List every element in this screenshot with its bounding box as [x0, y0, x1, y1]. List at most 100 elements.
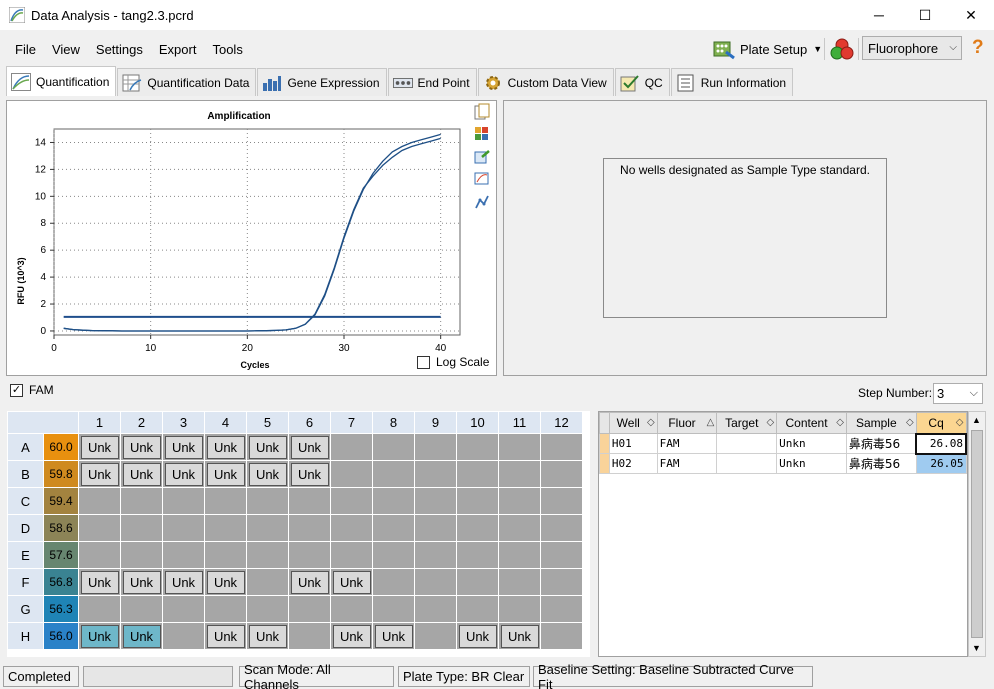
menu-tools[interactable]: Tools: [204, 42, 250, 57]
plate-well[interactable]: [456, 568, 499, 596]
plate-well[interactable]: Unk: [204, 460, 247, 488]
plate-well[interactable]: Unk: [78, 433, 121, 461]
plate-well[interactable]: [456, 433, 499, 461]
column-header[interactable]: 5: [246, 411, 289, 434]
column-header[interactable]: 11: [498, 411, 541, 434]
plate-well[interactable]: [288, 622, 331, 650]
plate-well[interactable]: [414, 433, 457, 461]
plate-well[interactable]: [414, 541, 457, 569]
plate-well[interactable]: Unk: [120, 622, 163, 650]
plate-well[interactable]: Unk: [330, 622, 373, 650]
plate-well[interactable]: Unk: [246, 433, 289, 461]
plate-well[interactable]: Unk: [288, 460, 331, 488]
plate-well[interactable]: [120, 541, 163, 569]
plate-well[interactable]: [330, 595, 373, 623]
row-header[interactable]: H: [7, 622, 44, 650]
scroll-down-arrow[interactable]: ▼: [972, 643, 981, 653]
plate-well[interactable]: [330, 487, 373, 515]
plate-well[interactable]: [498, 595, 541, 623]
plate-well[interactable]: [162, 595, 205, 623]
plate-well[interactable]: Unk: [204, 568, 247, 596]
results-scrollbar[interactable]: ▲ ▼: [968, 411, 986, 657]
copy-icon[interactable]: [474, 103, 490, 121]
column-header[interactable]: 12: [540, 411, 583, 434]
plate-well[interactable]: [372, 460, 415, 488]
col-header-sample[interactable]: Sample ◇: [845, 412, 917, 434]
plate-well[interactable]: [288, 595, 331, 623]
plate-well[interactable]: Unk: [120, 460, 163, 488]
plate-well[interactable]: [498, 433, 541, 461]
plate-well[interactable]: [162, 622, 205, 650]
fam-checkbox[interactable]: ✓: [10, 383, 23, 397]
plate-well[interactable]: [246, 541, 289, 569]
fluorophore-select[interactable]: Fluorophore ⌵: [862, 36, 962, 60]
plate-well[interactable]: [498, 487, 541, 515]
plate-well[interactable]: [288, 541, 331, 569]
plate-well[interactable]: [372, 487, 415, 515]
zoom-chart-icon[interactable]: [474, 170, 490, 188]
plate-well[interactable]: [78, 541, 121, 569]
column-header[interactable]: 8: [372, 411, 415, 434]
table-row[interactable]: H02 FAM Unkn 鼻病毒56 26.05: [599, 453, 967, 474]
menu-file[interactable]: File: [7, 42, 44, 57]
plate-well[interactable]: [78, 595, 121, 623]
column-header[interactable]: 2: [120, 411, 163, 434]
plate-well[interactable]: [246, 568, 289, 596]
row-header[interactable]: C: [7, 487, 44, 515]
plate-well[interactable]: [330, 514, 373, 542]
plate-well[interactable]: [540, 541, 583, 569]
plate-well[interactable]: Unk: [372, 622, 415, 650]
plate-well[interactable]: [78, 487, 121, 515]
plate-well[interactable]: [204, 541, 247, 569]
plate-well[interactable]: Unk: [288, 433, 331, 461]
plate-well[interactable]: [330, 541, 373, 569]
row-header[interactable]: B: [7, 460, 44, 488]
tab-end-point[interactable]: End Point: [387, 68, 477, 96]
curve-style-icon[interactable]: [474, 193, 490, 211]
col-header-well[interactable]: Well ◇: [608, 412, 658, 434]
scroll-up-arrow[interactable]: ▲: [972, 415, 981, 425]
plate-well[interactable]: Unk: [120, 568, 163, 596]
plate-setup-button[interactable]: Plate Setup ▼: [712, 36, 822, 62]
plate-well[interactable]: [120, 487, 163, 515]
plate-well[interactable]: [540, 622, 583, 650]
plate-well[interactable]: [540, 514, 583, 542]
close-button[interactable]: ✕: [948, 0, 994, 30]
plate-well[interactable]: [540, 460, 583, 488]
row-header[interactable]: E: [7, 541, 44, 569]
tab-run-information[interactable]: Run Information: [670, 68, 794, 96]
plate-well[interactable]: [246, 514, 289, 542]
row-header[interactable]: G: [7, 595, 44, 623]
log-scale-checkbox[interactable]: [417, 355, 430, 369]
plate-well[interactable]: [372, 514, 415, 542]
plate-well[interactable]: Unk: [162, 433, 205, 461]
row-selector[interactable]: [599, 453, 610, 474]
plate-well[interactable]: [498, 541, 541, 569]
menu-settings[interactable]: Settings: [88, 42, 151, 57]
menu-view[interactable]: View: [44, 42, 88, 57]
palette-icon[interactable]: [474, 125, 490, 143]
plate-well[interactable]: [204, 514, 247, 542]
plate-well[interactable]: Unk: [498, 622, 541, 650]
plate-well[interactable]: [372, 541, 415, 569]
maximize-button[interactable]: ☐: [902, 0, 948, 30]
plate-well[interactable]: Unk: [204, 433, 247, 461]
col-header-cq[interactable]: Cq ◇: [915, 412, 967, 434]
plate-well[interactable]: [414, 460, 457, 488]
column-header[interactable]: 9: [414, 411, 457, 434]
plate-well[interactable]: [498, 514, 541, 542]
help-icon[interactable]: ?: [972, 37, 984, 59]
plate-well[interactable]: Unk: [456, 622, 499, 650]
plate-well[interactable]: [540, 487, 583, 515]
export-chart-icon[interactable]: [474, 148, 490, 166]
plate-well[interactable]: [540, 433, 583, 461]
wells-color-icon[interactable]: [829, 37, 855, 61]
row-header[interactable]: D: [7, 514, 44, 542]
plate-well[interactable]: [330, 460, 373, 488]
plate-well[interactable]: [162, 487, 205, 515]
fam-toggle[interactable]: ✓ FAM: [10, 383, 54, 397]
plate-well[interactable]: [288, 514, 331, 542]
plate-well[interactable]: [120, 514, 163, 542]
plate-well[interactable]: [162, 541, 205, 569]
col-header-fluor[interactable]: Fluor △: [656, 412, 718, 434]
